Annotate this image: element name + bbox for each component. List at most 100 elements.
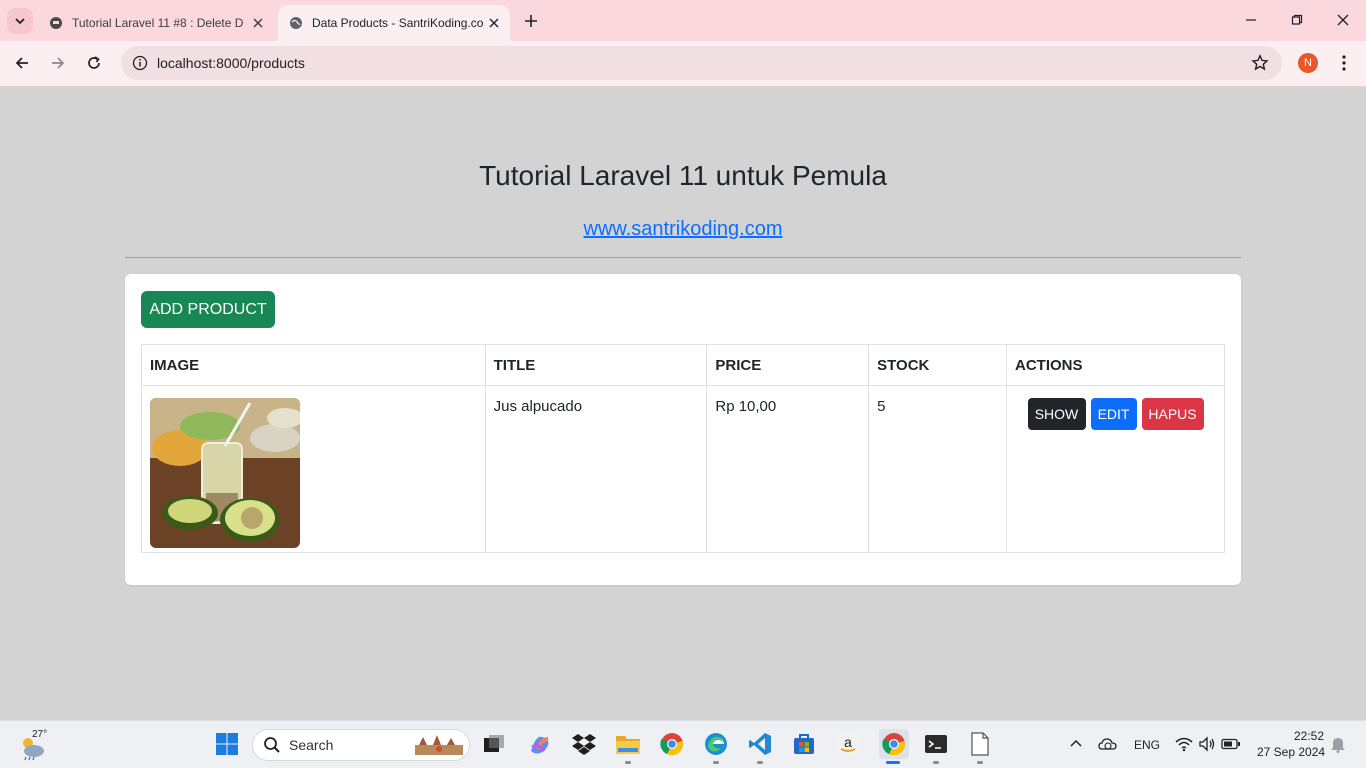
profile-avatar[interactable]: N: [1298, 53, 1318, 73]
running-indicator: [977, 761, 983, 764]
chrome-button[interactable]: [659, 731, 685, 757]
edge-icon: [705, 733, 727, 755]
site-link-wrapper: www.santrikoding.com: [0, 218, 1366, 241]
weather-temp: 27°: [32, 729, 48, 740]
document-icon: [971, 732, 989, 756]
close-window-button[interactable]: [1321, 6, 1365, 34]
plus-icon: [525, 15, 537, 27]
terminal-icon: [925, 735, 947, 753]
page-title: Tutorial Laravel 11 untuk Pemula: [479, 160, 887, 191]
start-button[interactable]: [214, 731, 240, 757]
santrikoding-link[interactable]: www.santrikoding.com: [584, 218, 783, 240]
chrome-profile-button[interactable]: [879, 729, 909, 759]
clock-time[interactable]: 22:52: [1294, 729, 1324, 743]
products-table: IMAGE TITLE PRICE STOCK ACTIONS Jus alpu…: [141, 344, 1225, 553]
browser-tab-bar: Tutorial Laravel 11 #8 : Delete D Data P…: [0, 0, 1366, 41]
url-text: localhost:8000/products: [157, 55, 305, 71]
chrome-icon: [882, 733, 905, 756]
dropbox-icon: [572, 734, 596, 755]
table-header-row: IMAGE TITLE PRICE STOCK ACTIONS: [141, 344, 1225, 386]
tab-title: Data Products - SantriKoding.co: [312, 16, 484, 30]
column-header-stock: STOCK: [868, 344, 1008, 386]
tab-active[interactable]: Data Products - SantriKoding.co: [278, 5, 510, 41]
search-label: Search: [289, 737, 334, 753]
running-indicator: [933, 761, 939, 764]
browser-menu-button[interactable]: [1332, 49, 1356, 77]
volume-button[interactable]: [1194, 731, 1220, 757]
close-icon: [1337, 14, 1349, 26]
edge-button[interactable]: [703, 731, 729, 757]
search-highlight-icon: [415, 735, 463, 755]
divider: [125, 257, 1241, 258]
site-info-icon[interactable]: [129, 52, 151, 74]
image-cell: [141, 385, 486, 553]
minimize-icon: [1246, 19, 1256, 21]
tray-overflow-button[interactable]: [1063, 731, 1089, 757]
copilot-button[interactable]: [527, 731, 553, 757]
chrome-icon: [660, 733, 683, 756]
search-icon: [264, 737, 280, 753]
bell-icon: [1331, 738, 1345, 753]
running-indicator: [625, 761, 631, 764]
cloud-sync-icon: [1098, 738, 1117, 750]
terminal-button[interactable]: [923, 731, 949, 757]
bookmark-star-icon[interactable]: [1246, 49, 1274, 77]
store-icon: [794, 734, 814, 754]
amazon-button[interactable]: a: [835, 731, 861, 757]
product-title: Jus alpucado: [484, 385, 708, 553]
products-card: ADD PRODUCT IMAGE TITLE PRICE STOCK ACTI…: [125, 274, 1241, 585]
tab-search-button[interactable]: [7, 8, 33, 34]
minimize-button[interactable]: [1229, 6, 1273, 34]
chevron-down-icon: [15, 18, 25, 25]
running-indicator: [713, 761, 719, 764]
tab-inactive[interactable]: Tutorial Laravel 11 #8 : Delete D: [38, 5, 274, 41]
new-tab-button[interactable]: [518, 8, 544, 34]
edit-button[interactable]: EDIT: [1090, 398, 1137, 430]
product-stock: 5: [868, 385, 1008, 553]
notepad-button[interactable]: [967, 731, 993, 757]
clock-date[interactable]: 27 Sep 2024: [1257, 745, 1325, 759]
onedrive-sync-button[interactable]: [1095, 731, 1121, 757]
vscode-button[interactable]: [747, 731, 773, 757]
battery-icon: [1221, 738, 1240, 750]
row-actions: SHOW EDIT HAPUS: [1015, 398, 1216, 430]
back-button[interactable]: [8, 49, 36, 77]
task-view-button[interactable]: [481, 731, 507, 757]
folder-icon: [616, 736, 640, 754]
forward-button[interactable]: [44, 49, 72, 77]
active-indicator: [886, 761, 900, 764]
show-button[interactable]: SHOW: [1027, 398, 1086, 430]
restore-icon: [1291, 14, 1303, 25]
close-icon[interactable]: [484, 13, 504, 33]
product-price: Rp 10,00: [706, 385, 870, 553]
running-indicator: [757, 761, 763, 764]
column-header-image: IMAGE: [141, 344, 486, 386]
close-icon[interactable]: [248, 13, 268, 33]
amazon-icon: a: [837, 733, 859, 755]
reload-icon: [88, 56, 100, 69]
battery-button[interactable]: [1218, 731, 1244, 757]
notifications-button[interactable]: [1325, 731, 1351, 757]
arrow-right-icon: [52, 57, 65, 69]
svg-text:a: a: [844, 734, 852, 750]
reload-button[interactable]: [80, 49, 108, 77]
delete-button[interactable]: HAPUS: [1141, 398, 1204, 430]
weather-widget[interactable]: 27°: [18, 729, 52, 761]
chevron-up-icon: [1070, 739, 1082, 747]
tab-favicon-icon: [48, 15, 64, 31]
file-explorer-button[interactable]: [615, 731, 641, 757]
microsoft-store-button[interactable]: [791, 731, 817, 757]
add-product-button[interactable]: ADD PRODUCT: [141, 291, 275, 328]
language-indicator[interactable]: ENG: [1134, 738, 1160, 752]
taskbar-search[interactable]: Search: [252, 729, 470, 761]
address-bar[interactable]: localhost:8000/products: [121, 46, 1282, 80]
task-view-icon: [484, 735, 504, 752]
dropbox-button[interactable]: [571, 731, 597, 757]
restore-button[interactable]: [1275, 6, 1319, 34]
actions-cell: SHOW EDIT HAPUS: [1006, 385, 1225, 553]
globe-icon: [288, 15, 304, 31]
speaker-icon: [1199, 736, 1215, 752]
more-vert-icon: [1342, 55, 1346, 71]
column-header-actions: ACTIONS: [1006, 344, 1225, 386]
wifi-icon: [1175, 737, 1193, 752]
